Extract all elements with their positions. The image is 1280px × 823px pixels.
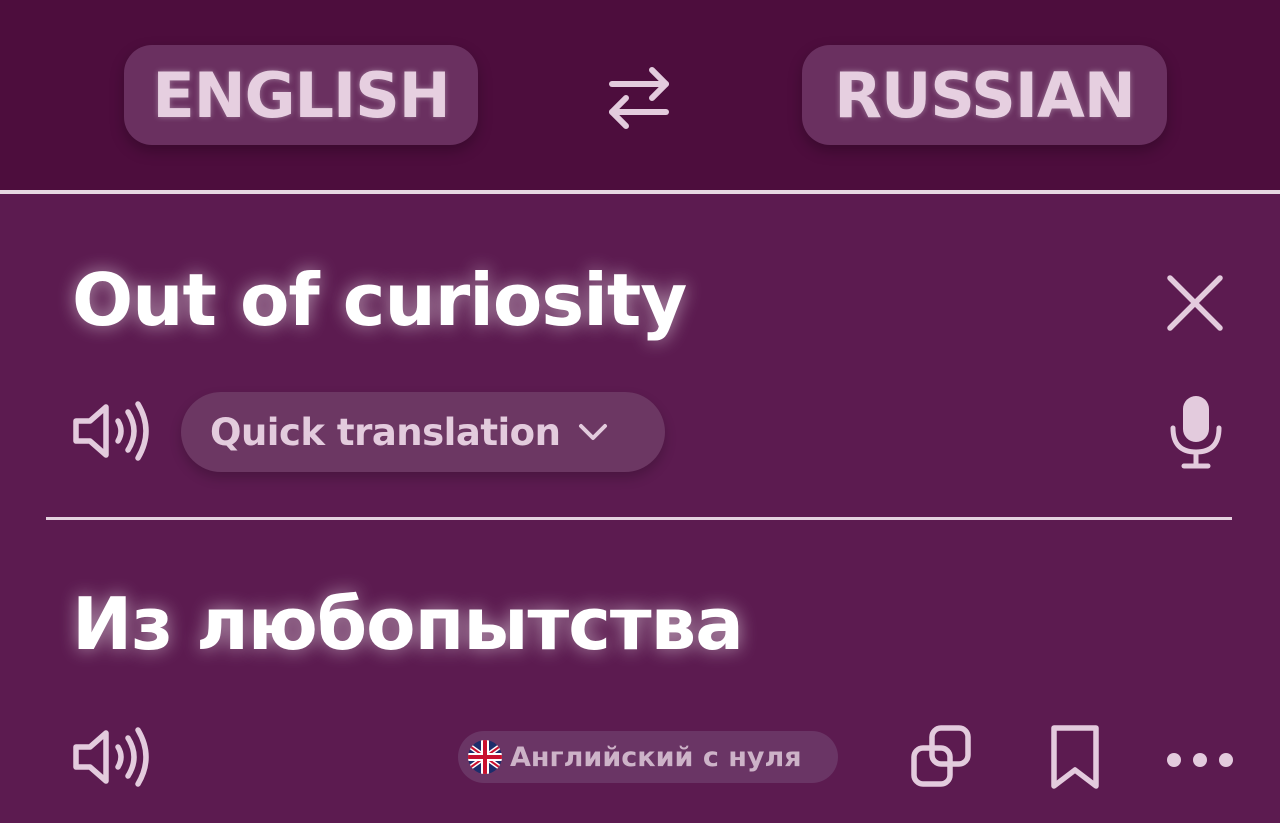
- channel-watermark: Английский с нуля: [458, 731, 838, 783]
- voice-input-button[interactable]: [1166, 394, 1226, 470]
- source-language-button[interactable]: ENGLISH: [124, 45, 478, 145]
- header-divider: [0, 190, 1280, 194]
- translation-text: Из любопытства: [72, 582, 744, 666]
- watermark-label: Английский с нуля: [510, 741, 802, 773]
- clear-button[interactable]: [1164, 272, 1226, 334]
- translation-mode-label: Quick translation: [210, 410, 561, 454]
- bookmark-button[interactable]: [1040, 722, 1110, 792]
- language-bar: ENGLISH RUSSIAN: [0, 0, 1280, 190]
- more-icon: [1167, 753, 1233, 767]
- uk-flag-icon: [468, 740, 502, 774]
- chevron-down-icon: [579, 424, 608, 440]
- microphone-icon: [1170, 396, 1222, 469]
- bookmark-icon: [1051, 725, 1099, 789]
- swap-arrows-icon: [609, 67, 669, 129]
- source-language-label: ENGLISH: [152, 58, 450, 132]
- source-text-input[interactable]: Out of curiosity: [72, 258, 687, 342]
- translator-app: ENGLISH RUSSIAN Out of curiosity Quick t…: [0, 0, 1280, 823]
- section-divider: [46, 517, 1232, 520]
- play-translation-audio-button[interactable]: [72, 722, 152, 792]
- play-source-audio-button[interactable]: [72, 396, 152, 466]
- copy-button[interactable]: [906, 722, 976, 792]
- swap-languages-button[interactable]: [602, 62, 676, 132]
- target-language-button[interactable]: RUSSIAN: [802, 45, 1167, 145]
- more-options-button[interactable]: [1164, 722, 1236, 792]
- target-language-label: RUSSIAN: [834, 58, 1136, 132]
- copy-icon: [911, 725, 971, 787]
- speaker-icon: [73, 401, 149, 461]
- close-icon: [1167, 275, 1223, 331]
- speaker-icon: [73, 727, 149, 787]
- translation-mode-dropdown[interactable]: Quick translation: [181, 392, 665, 472]
